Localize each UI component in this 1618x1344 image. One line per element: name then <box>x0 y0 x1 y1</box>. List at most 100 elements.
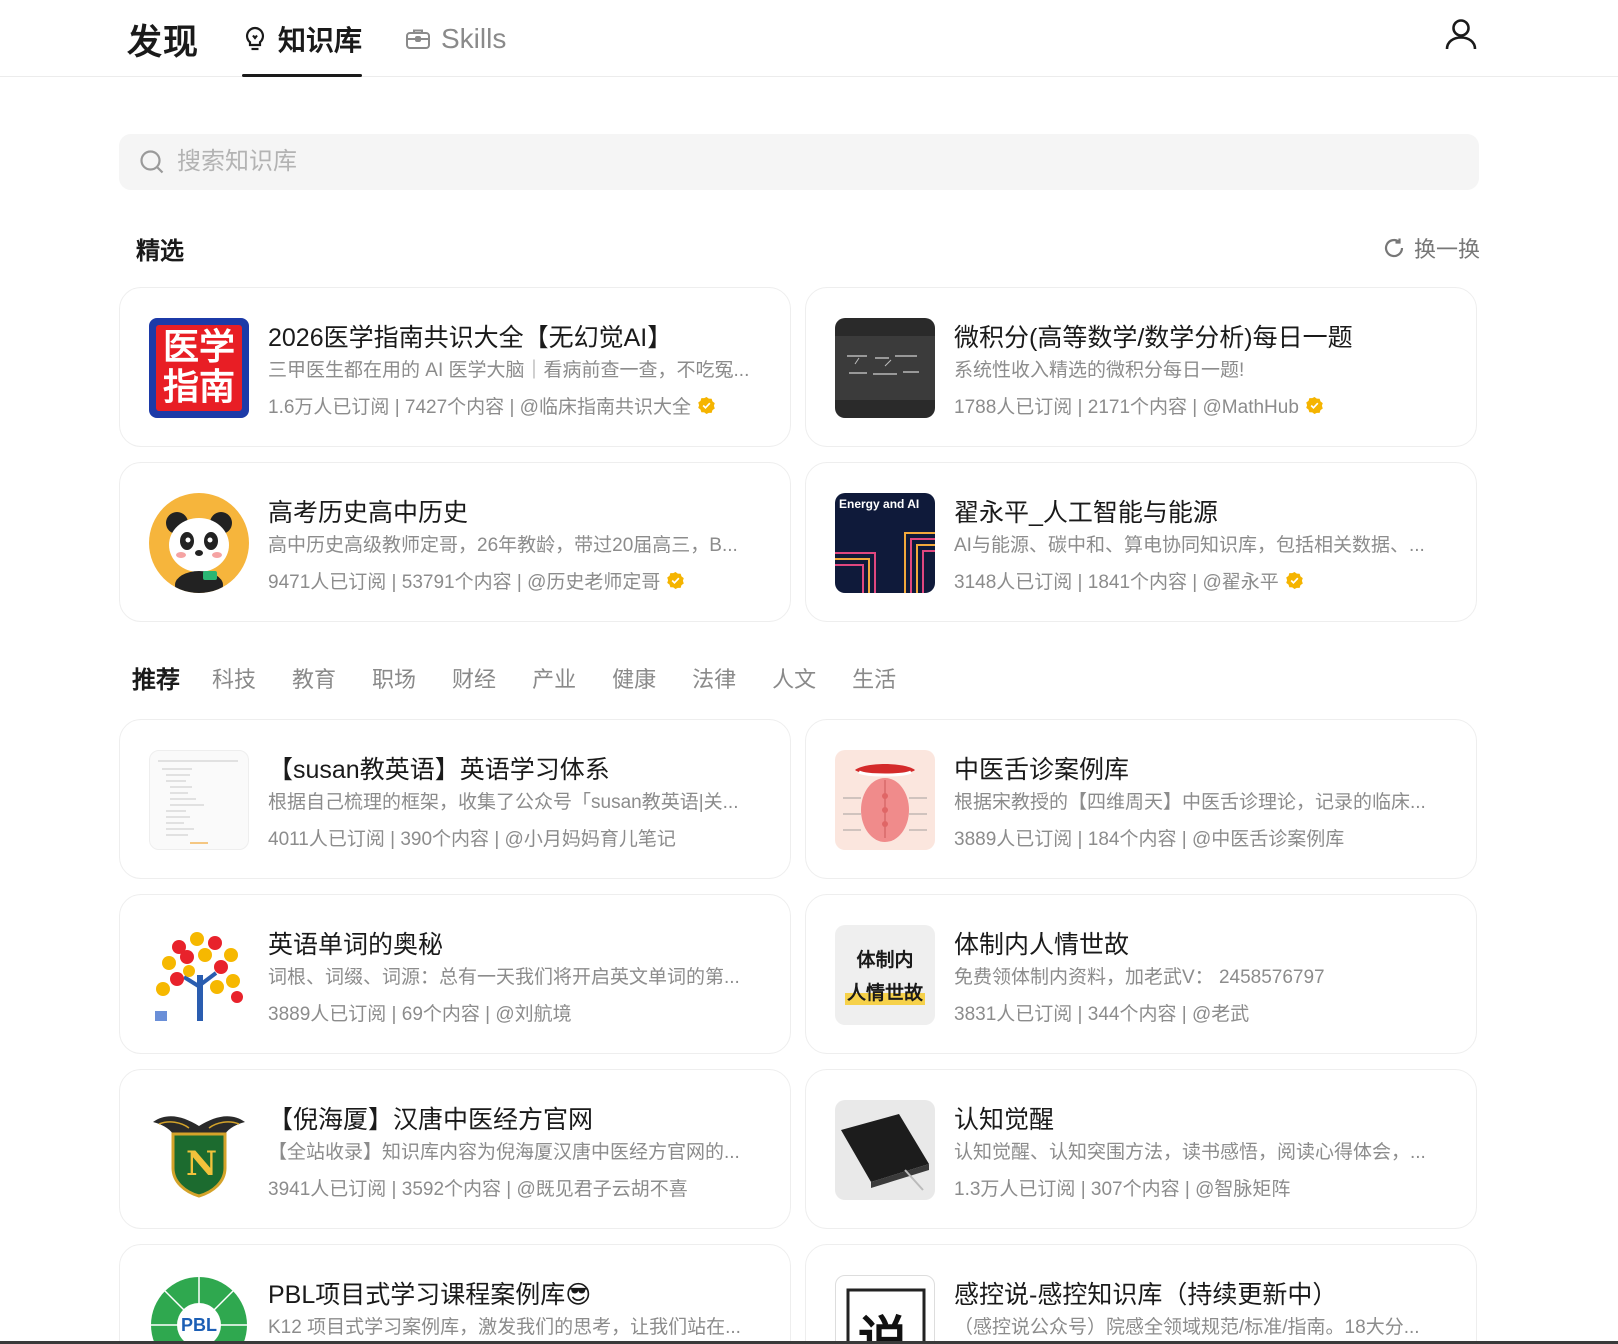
kb-description: 高中历史高级教师定哥，26年教龄，带过20届高三，B... <box>268 535 738 556</box>
kb-stats: 1788人已订阅 | 2171个内容 | @MathHub <box>954 397 1299 418</box>
kb-stats: 3941人已订阅 | 3592个内容 | @既见君子云胡不喜 <box>268 1179 688 1200</box>
kb-card[interactable]: 中医舌诊案例库 根据宋教授的【四维周天】中医舌诊理论，记录的临床... 3889… <box>805 719 1477 879</box>
kb-description: 三甲医生都在用的 AI 医学大脑｜看病前查一查，不吃冤... <box>268 360 750 381</box>
kb-thumbnail-chalkboard <box>835 318 935 418</box>
tab-category-humanities[interactable]: 人文 <box>772 662 816 694</box>
kb-thumbnail-pbl: PBL <box>149 1275 249 1344</box>
tab-category-tech[interactable]: 科技 <box>212 662 256 694</box>
kb-meta: 1.3万人已订阅 | 307个内容 | @智脉矩阵 <box>954 1174 1290 1201</box>
kb-description: 根据宋教授的【四维周天】中医舌诊理论，记录的临床... <box>954 792 1426 813</box>
category-tabs: 推荐 科技 教育 职场 财经 产业 健康 法律 人文 生活 <box>132 660 932 695</box>
tab-category-career[interactable]: 职场 <box>372 662 416 694</box>
kb-thumbnail-eagle-crest: N <box>149 1100 249 1200</box>
tab-category-law[interactable]: 法律 <box>692 662 736 694</box>
refresh-label: 换一换 <box>1414 237 1481 262</box>
kb-thumbnail-word-tree <box>149 925 249 1025</box>
thumb-label: 医学 <box>162 327 235 368</box>
kb-card[interactable]: 高考历史高中历史 高中历史高级教师定哥，26年教龄，带过20届高三，B... 9… <box>119 462 791 622</box>
kb-card[interactable]: Energy and AI 翟永平_人工智能与能源 AI与能源、碳中和、算电协同… <box>805 462 1477 622</box>
kb-title: 感控说-感控知识库（持续更新中） <box>954 1281 1338 1309</box>
kb-stats: 3831人已订阅 | 344个内容 | @老武 <box>954 1004 1250 1025</box>
kb-title: 体制内人情世故 <box>954 931 1130 959</box>
tab-category-life[interactable]: 生活 <box>852 662 896 694</box>
refresh-icon <box>1384 238 1404 258</box>
kb-meta: 3941人已订阅 | 3592个内容 | @既见君子云胡不喜 <box>268 1174 688 1201</box>
thumb-label: Energy and AI <box>839 497 920 511</box>
kb-stats: 1.3万人已订阅 | 307个内容 | @智脉矩阵 <box>954 1179 1291 1200</box>
kb-description: 认知觉醒、认知突围方法，读书感悟，阅读心得体会，... <box>954 1142 1426 1163</box>
kb-thumbnail-notebook <box>835 1100 935 1200</box>
kb-title: 中医舌诊案例库 <box>954 756 1130 784</box>
kb-thumbnail-energy: Energy and AI <box>835 493 935 593</box>
kb-card[interactable]: 认知觉醒 认知觉醒、认知突围方法，读书感悟，阅读心得体会，... 1.3万人已订… <box>805 1069 1477 1229</box>
kb-card[interactable]: 体制内 人情世故 体制内人情世故 免费领体制内资料，加老武V： 24585767… <box>805 894 1477 1054</box>
toolbox-icon <box>405 26 431 52</box>
kb-thumbnail-tongue <box>835 750 935 850</box>
kb-meta: 3148人已订阅 | 1841个内容 | @翟永平 <box>954 567 1304 594</box>
kb-description: 免费领体制内资料，加老武V： 2458576797 <box>954 967 1325 988</box>
kb-card[interactable]: 【susan教英语】英语学习体系 根据自己梳理的框架，收集了公众号「susan教… <box>119 719 791 879</box>
kb-description: 【全站收录】知识库内容为倪海厦汉唐中医经方官网的... <box>268 1142 740 1163</box>
kb-meta: 1788人已订阅 | 2171个内容 | @MathHub <box>954 392 1324 419</box>
tab-knowledge-base-label: 知识库 <box>278 24 363 56</box>
tab-knowledge-base[interactable]: 知识库 <box>242 0 363 77</box>
thumb-label: N <box>186 1144 218 1184</box>
verified-badge-icon <box>698 396 715 415</box>
kb-stats: 3148人已订阅 | 1841个内容 | @翟永平 <box>954 572 1279 593</box>
tab-skills[interactable]: Skills <box>405 0 506 77</box>
tab-skills-label: Skills <box>441 22 507 54</box>
kb-meta: 9471人已订阅 | 53791个内容 | @历史老师定哥 <box>268 567 685 594</box>
kb-card[interactable]: 医学 指南 2026医学指南共识大全【无幻觉AI】 三甲医生都在用的 AI 医学… <box>119 287 791 447</box>
kb-description: 词根、词缀、词源：总有一天我们将开启英文单词的第... <box>268 967 740 988</box>
verified-badge-icon <box>1306 396 1323 415</box>
kb-description: 根据自己梳理的框架，收集了公众号「susan教英语|关... <box>268 792 739 813</box>
kb-title: 微积分(高等数学/数学分析)每日一题 <box>954 324 1353 352</box>
kb-card[interactable]: 说 感控说-感控知识库（持续更新中） （感控说公众号）院感全领域规范/标准/指南… <box>805 1244 1477 1344</box>
kb-title: 英语单词的奥秘 <box>268 931 444 959</box>
kb-description: K12 项目式学习案例库，激发我们的思考，让我们站在... <box>268 1317 741 1338</box>
kb-card[interactable]: 英语单词的奥秘 词根、词缀、词源：总有一天我们将开启英文单词的第... 3889… <box>119 894 791 1054</box>
kb-stats: 1.6万人已订阅 | 7427个内容 | @临床指南共识大全 <box>268 397 691 418</box>
kb-meta: 4011人已订阅 | 390个内容 | @小月妈妈育儿笔记 <box>268 824 676 851</box>
kb-title: PBL项目式学习课程案例库😎 <box>268 1281 592 1309</box>
kb-meta: 1.6万人已订阅 | 7427个内容 | @临床指南共识大全 <box>268 392 716 419</box>
kb-meta: 3889人已订阅 | 69个内容 | @刘航境 <box>268 999 572 1026</box>
featured-section-title: 精选 <box>136 238 184 265</box>
thumb-label: 说 <box>858 1310 908 1344</box>
brand-title: 发现 <box>127 23 200 62</box>
lightbulb-icon <box>242 26 268 52</box>
kb-meta: 3889人已订阅 | 184个内容 | @中医舌诊案例库 <box>954 824 1344 851</box>
kb-meta: 3831人已订阅 | 344个内容 | @老武 <box>954 999 1249 1026</box>
kb-title: 高考历史高中历史 <box>268 499 469 527</box>
thumb-label: 体制内 <box>856 950 914 971</box>
user-profile-button[interactable] <box>1441 14 1481 54</box>
kb-thumbnail-panda <box>149 493 249 593</box>
search-bar[interactable] <box>119 134 1479 190</box>
kb-thumbnail-calligraphy: 说 <box>835 1275 935 1344</box>
thumb-label: 指南 <box>162 367 235 408</box>
tab-category-recommended[interactable]: 推荐 <box>132 660 180 695</box>
tab-category-finance[interactable]: 财经 <box>452 662 496 694</box>
search-input[interactable] <box>177 148 1377 176</box>
kb-stats: 3889人已订阅 | 184个内容 | @中医舌诊案例库 <box>954 829 1345 850</box>
kb-description: 系统性收入精选的微积分每日一题! <box>954 360 1245 381</box>
verified-badge-icon <box>667 571 685 590</box>
kb-title: 翟永平_人工智能与能源 <box>954 499 1218 527</box>
verified-badge-icon <box>1286 571 1303 590</box>
kb-card[interactable]: 微积分(高等数学/数学分析)每日一题 系统性收入精选的微积分每日一题! 1788… <box>805 287 1477 447</box>
kb-title: 2026医学指南共识大全【无幻觉AI】 <box>268 324 673 352</box>
kb-title: 认知觉醒 <box>954 1106 1055 1134</box>
thumb-label: 人情世故 <box>844 978 925 1005</box>
tab-category-industry[interactable]: 产业 <box>532 662 576 694</box>
kb-card[interactable]: N 【倪海厦】汉唐中医经方官网 【全站收录】知识库内容为倪海厦汉唐中医经方官网的… <box>119 1069 791 1229</box>
kb-stats: 9471人已订阅 | 53791个内容 | @历史老师定哥 <box>268 572 661 593</box>
kb-thumbnail-document <box>149 750 249 850</box>
user-icon <box>1445 19 1477 50</box>
search-icon <box>140 150 164 174</box>
tab-category-education[interactable]: 教育 <box>292 662 336 694</box>
tab-category-health[interactable]: 健康 <box>612 662 656 694</box>
kb-stats: 4011人已订阅 | 390个内容 | @小月妈妈育儿笔记 <box>268 829 676 850</box>
refresh-button[interactable]: 换一换 <box>1382 232 1480 264</box>
kb-title: 【susan教英语】英语学习体系 <box>268 756 610 784</box>
kb-card[interactable]: PBL PBL项目式学习课程案例库😎 K12 项目式学习案例库，激发我们的思考，… <box>119 1244 791 1344</box>
